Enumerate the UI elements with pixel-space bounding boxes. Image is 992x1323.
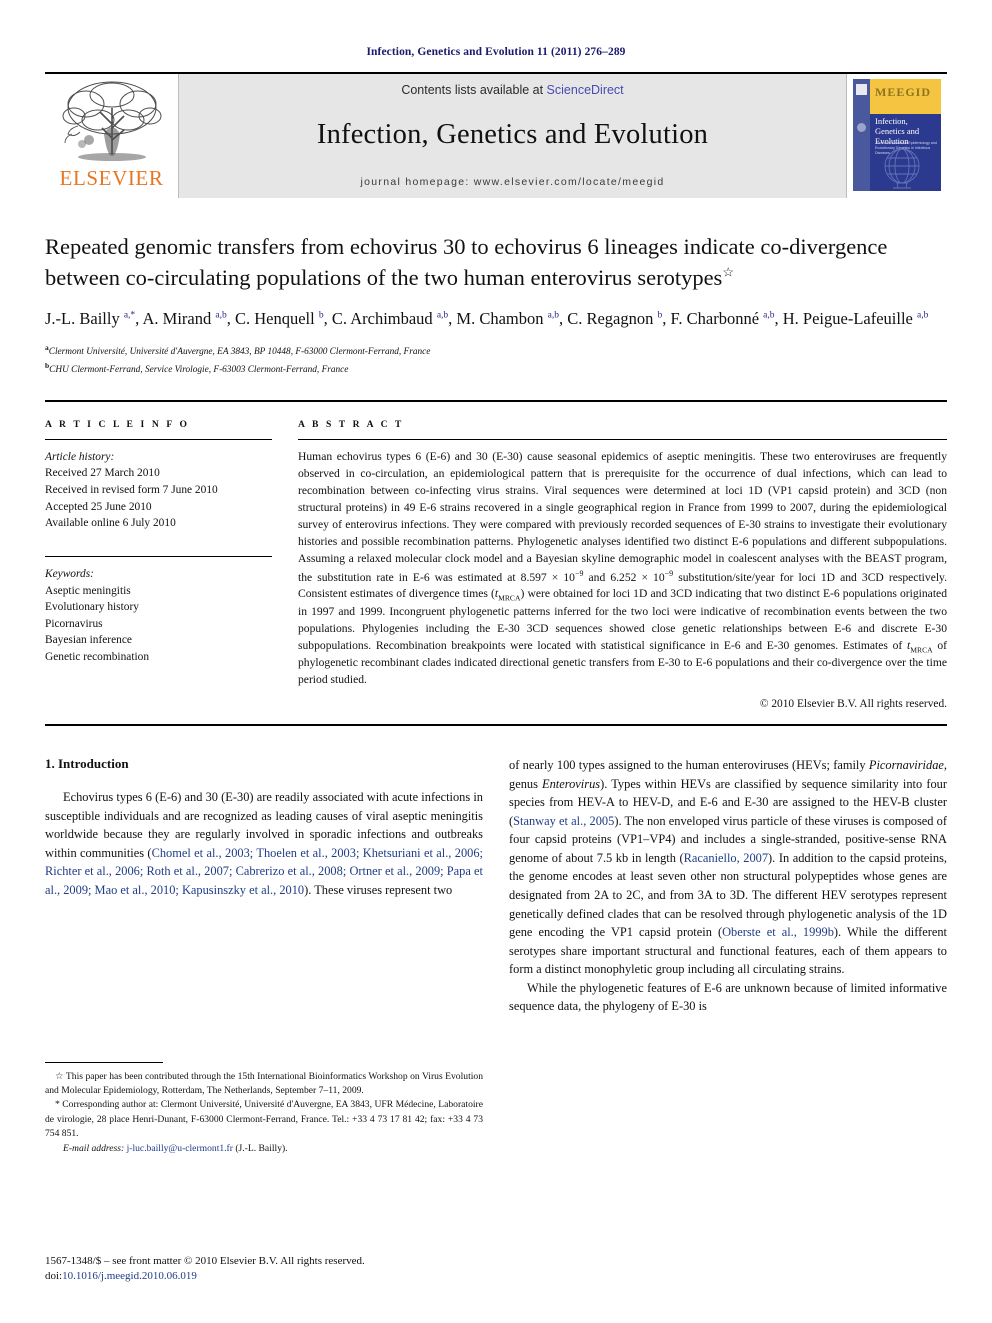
abstract-column: A B S T R A C T Human echovirus types 6 … xyxy=(298,418,948,711)
abstract-bottom-rule xyxy=(45,724,947,727)
page-footer: 1567-1348/$ – see front matter © 2010 El… xyxy=(45,1254,483,1285)
title-footnote-marker: ☆ xyxy=(722,264,734,280)
keyword-item: Picornavirus xyxy=(45,617,103,630)
footnote-block: ☆ This paper has been contributed throug… xyxy=(45,1062,483,1156)
article-info-column: A R T I C L E I N F O Article history: R… xyxy=(45,419,298,711)
footnote-corresponding-author: * Corresponding author at: Clermont Univ… xyxy=(45,1099,483,1139)
affiliation-text: CHU Clermont-Ferrand, Service Virologie,… xyxy=(49,364,349,375)
keywords-rule xyxy=(45,555,272,557)
contents-available-line: Contents lists available at ScienceDirec… xyxy=(401,83,623,97)
affiliations: aClermont Université, Université d'Auver… xyxy=(45,342,947,378)
journal-article-page: Infection, Genetics and Evolution 11 (20… xyxy=(0,0,992,1323)
info-section-top-rule xyxy=(45,399,947,402)
title-block: Repeated genomic transfers from echoviru… xyxy=(45,232,947,378)
masthead-center-band: Contents lists available at ScienceDirec… xyxy=(178,74,847,198)
intro-paragraph-left: Echovirus types 6 (E-6) and 30 (E-30) ar… xyxy=(45,790,484,897)
elsevier-logo: ELSEVIER xyxy=(45,74,178,198)
doi-value[interactable]: 10.1016/j.meegid.2010.06.019 xyxy=(62,1270,197,1282)
introduction-heading: 1. Introduction xyxy=(45,756,129,772)
abstract-copyright: © 2010 Elsevier B.V. All rights reserved… xyxy=(759,698,947,711)
email-owner: (J.-L. Bailly). xyxy=(235,1142,288,1154)
elsevier-tree-icon xyxy=(62,81,161,161)
body-left-column: 1. Introduction Echovirus types 6 (E-6) … xyxy=(45,756,483,1156)
intro-paragraph-right-1: of nearly 100 types assigned to the huma… xyxy=(509,758,948,977)
body-two-column-layout: 1. Introduction Echovirus types 6 (E-6) … xyxy=(45,756,947,1156)
article-info-rule xyxy=(45,438,272,440)
keywords-group: Keywords: Aseptic meningitis Evolutionar… xyxy=(45,566,272,666)
email-label: E-mail address: xyxy=(63,1142,125,1154)
keyword-item: Bayesian inference xyxy=(45,634,132,647)
sciencedirect-link[interactable]: ScienceDirect xyxy=(547,83,624,97)
cover-subtitle: Journal of Molecular Epidemiology and Ev… xyxy=(875,141,937,155)
history-item: Available online 6 July 2010 xyxy=(45,517,176,530)
issn-front-matter-line: 1567-1348/$ – see front matter © 2010 El… xyxy=(45,1254,365,1267)
footnote-separator xyxy=(45,1062,163,1064)
elsevier-wordmark: ELSEVIER xyxy=(59,166,164,190)
email-link[interactable]: j-luc.bailly@u-clermont1.fr xyxy=(127,1143,233,1154)
journal-masthead: ELSEVIER Contents lists available at Sci… xyxy=(45,72,947,198)
cover-spine xyxy=(853,79,870,191)
abstract-heading: A B S T R A C T xyxy=(298,418,404,430)
article-title-text: Repeated genomic transfers from echoviru… xyxy=(45,234,888,290)
info-abstract-row: A R T I C L E I N F O Article history: R… xyxy=(45,418,948,711)
keywords-label: Keywords: xyxy=(45,567,94,580)
affiliation-text: Clermont Université, Université d'Auverg… xyxy=(48,346,431,357)
cover-spine-dot-icon xyxy=(857,123,866,132)
footnote-star: ☆ This paper has been contributed throug… xyxy=(45,1071,483,1097)
journal-title: Infection, Genetics and Evolution xyxy=(316,119,709,150)
running-head: Infection, Genetics and Evolution 11 (20… xyxy=(366,46,626,58)
doi-label: doi: xyxy=(45,1270,63,1283)
footnote-email-line: E-mail address: j-luc.bailly@u-clermont1… xyxy=(45,1142,483,1156)
keyword-item: Genetic recombination xyxy=(45,651,150,664)
affiliation-item: bCHU Clermont-Ferrand, Service Virologie… xyxy=(45,360,947,378)
history-item: Received in revised form 7 June 2010 xyxy=(45,483,218,496)
article-title: Repeated genomic transfers from echoviru… xyxy=(45,232,947,293)
intro-paragraph-right-2: While the phylogenetic features of E-6 a… xyxy=(509,980,947,1014)
article-info-heading: A R T I C L E I N F O xyxy=(45,418,190,430)
article-history-label: Article history: xyxy=(45,450,115,463)
affiliation-item: aClermont Université, Université d'Auver… xyxy=(45,342,947,360)
cover-spine-logo xyxy=(856,84,867,95)
history-item: Accepted 25 June 2010 xyxy=(45,500,152,513)
cover-band-title: MEEGID xyxy=(875,85,932,99)
author-list: J.-L. Bailly a,*, A. Mirand a,b, C. Henq… xyxy=(45,309,929,329)
body-right-column: of nearly 100 types assigned to the huma… xyxy=(509,756,947,1156)
keyword-item: Aseptic meningitis xyxy=(45,584,131,597)
article-history: Article history: Received 27 March 2010 … xyxy=(45,449,272,532)
abstract-text: Human echovirus types 6 (E-6) and 30 (E-… xyxy=(298,449,948,687)
history-item: Received 27 March 2010 xyxy=(45,467,160,480)
journal-cover-thumbnail: MEEGID Infection, Genetics and Evolution xyxy=(847,74,947,198)
contents-prefix: Contents lists available at xyxy=(401,83,547,97)
doi-line: doi:10.1016/j.meegid.2010.06.019 xyxy=(45,1269,483,1285)
cover-image: MEEGID Infection, Genetics and Evolution xyxy=(853,79,941,191)
journal-homepage-url[interactable]: journal homepage: www.elsevier.com/locat… xyxy=(360,176,664,188)
keyword-item: Evolutionary history xyxy=(45,601,139,614)
abstract-rule xyxy=(298,438,947,440)
